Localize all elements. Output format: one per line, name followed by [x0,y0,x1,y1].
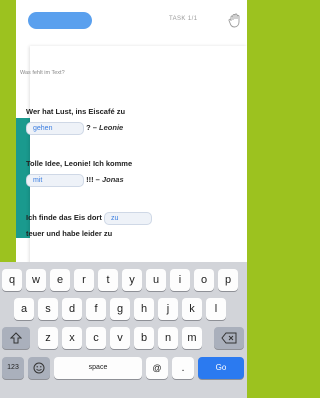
sentence-2-post: !!! – [86,175,100,184]
close-hand-icon[interactable] [227,12,243,28]
space-key[interactable]: space [54,357,142,379]
hand-icon [228,13,240,28]
blank-input-2[interactable]: mit [26,173,84,187]
backspace-icon [221,332,237,344]
key-p[interactable]: p [218,269,238,291]
key-a[interactable]: a [14,298,34,320]
sentence-1-pre: Wer hat Lust, ins Eiscafé zu [26,107,126,116]
key-w[interactable]: w [26,269,46,291]
key-v[interactable]: v [110,327,130,349]
go-key[interactable]: Go [198,357,244,379]
key-g[interactable]: g [110,298,130,320]
sentence-2: Tolle Idee, Leonie! Ich komme mit !!! – … [26,156,216,188]
shift-key[interactable] [2,327,30,349]
key-h[interactable]: h [134,298,154,320]
dot-key[interactable]: . [172,357,194,379]
sentence-1-author: Leonie [99,123,124,132]
shift-icon [9,332,23,344]
emoji-key[interactable] [28,357,50,379]
onscreen-keyboard: q w e r t y u i o p a s d f g h j k l z … [0,262,247,398]
backspace-key[interactable] [214,327,244,349]
sentence-3-post: teuer und habe leider zu [26,229,113,238]
blank-input-1[interactable]: gehen [26,121,84,135]
key-b[interactable]: b [134,327,154,349]
sentence-2-author: Jonas [101,175,124,184]
key-j[interactable]: j [158,298,178,320]
key-z[interactable]: z [38,327,58,349]
sentence-1: Wer hat Lust, ins Eiscafé zu gehen ? – L… [26,104,216,136]
progress-bar [28,12,92,29]
key-s[interactable]: s [38,298,58,320]
top-bar: TASK 1/1 [16,0,247,40]
key-u[interactable]: u [146,269,166,291]
sentence-3: Ich finde das Eis dort zu teuer und habe… [26,210,216,242]
key-o[interactable]: o [194,269,214,291]
key-l[interactable]: l [206,298,226,320]
key-n[interactable]: n [158,327,178,349]
key-m[interactable]: m [182,327,202,349]
task-counter: TASK 1/1 [169,16,198,22]
key-f[interactable]: f [86,298,106,320]
sentence-2-pre: Tolle Idee, Leonie! Ich komme [26,159,133,168]
key-q[interactable]: q [2,269,22,291]
key-y[interactable]: y [122,269,142,291]
key-x[interactable]: x [62,327,82,349]
key-d[interactable]: d [62,298,82,320]
sentence-1-post: ? – [86,123,97,132]
key-e[interactable]: e [50,269,70,291]
instruction-text: Was fehlt im Text? [20,70,65,76]
blank-input-3[interactable]: zu [103,211,152,225]
key-c[interactable]: c [86,327,106,349]
key-k[interactable]: k [182,298,202,320]
key-i[interactable]: i [170,269,190,291]
emoji-icon [33,362,45,374]
sentence-3-pre: Ich finde das Eis dort [26,213,102,222]
at-key[interactable]: @ [146,357,168,379]
key-r[interactable]: r [74,269,94,291]
numbers-key[interactable]: 123 [2,357,24,379]
key-t[interactable]: t [98,269,118,291]
